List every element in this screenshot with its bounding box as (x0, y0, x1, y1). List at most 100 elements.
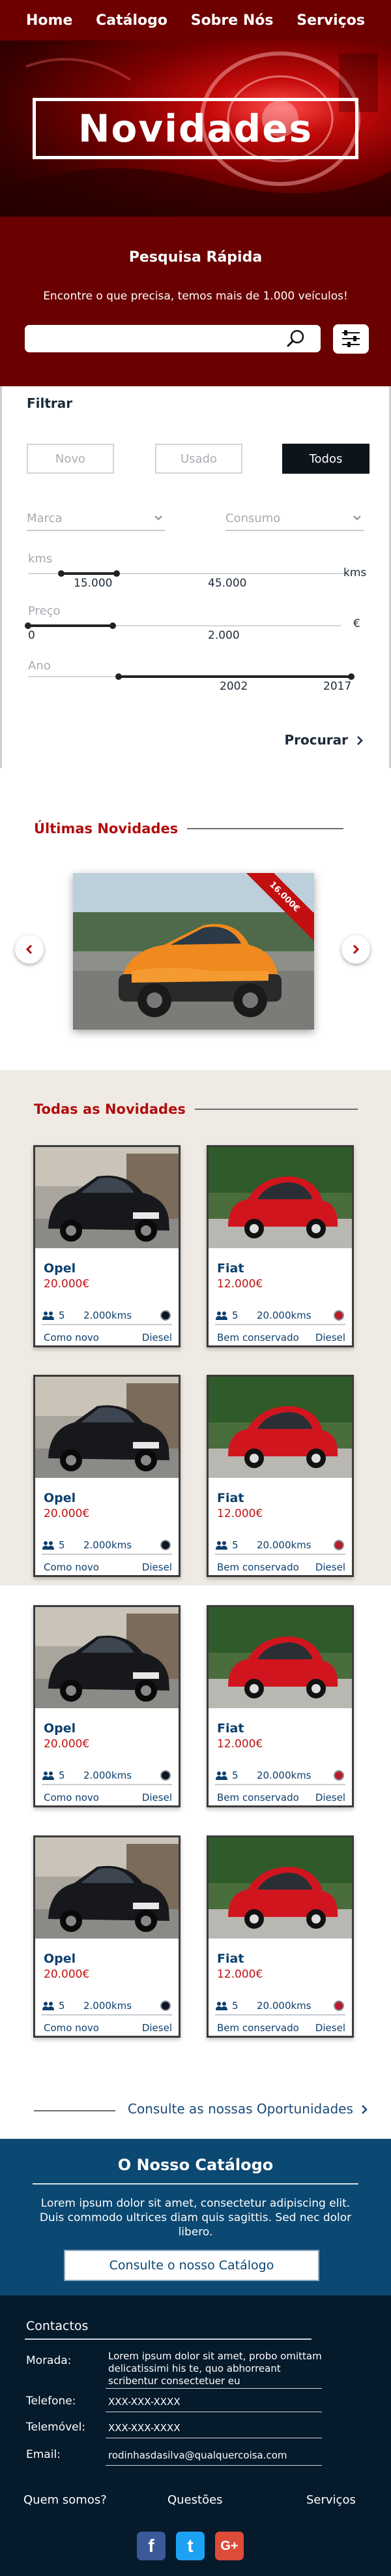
top-navigation: Home Catálogo Sobre Nós Serviços (0, 0, 391, 40)
car-card[interactable]: Fiat 12.000€ 5 20.000kms Bem conservado Diese… (207, 1375, 354, 1577)
carousel-prev-button[interactable] (15, 935, 44, 964)
carousel-next-button[interactable] (341, 935, 370, 964)
kms-min-handle[interactable] (57, 570, 65, 577)
year-min-handle[interactable] (115, 673, 122, 680)
nav-home-link[interactable]: Home (26, 12, 72, 29)
twitter-icon[interactable]: t (176, 2532, 205, 2560)
email-label: Email: (26, 2448, 61, 2461)
kms-range-slider[interactable] (28, 570, 357, 577)
car-price: 20.000€ (44, 1278, 90, 1291)
car-price: 12.000€ (217, 1738, 263, 1751)
car-seats: 5 (59, 1770, 65, 1781)
people-icon (216, 2002, 227, 2010)
condition-new-toggle[interactable]: Novo (27, 444, 114, 474)
car-brand: Fiat (217, 1491, 244, 1505)
footer-link-about[interactable]: Quem somos? (23, 2493, 107, 2507)
car-card[interactable]: Opel 20.000€ 5 2.000kms Como novo Diesel (33, 1835, 181, 2038)
nav-about-link[interactable]: Sobre Nós (191, 12, 274, 29)
consumption-select[interactable]: Consumo (225, 512, 364, 531)
kms-unit: kms (343, 566, 367, 579)
google-plus-icon[interactable]: G+ (215, 2532, 244, 2560)
kms-max-handle[interactable] (113, 570, 121, 577)
condition-used-toggle[interactable]: Usado (155, 444, 242, 474)
car-condition: Como novo (44, 1561, 99, 1573)
year-max-handle[interactable] (348, 673, 355, 680)
price-max-handle[interactable] (109, 622, 116, 629)
car-card[interactable]: Opel 20.000€ 5 2.000kms Como novo Diesel (33, 1605, 181, 1807)
car-condition: Bem conservado (217, 2022, 299, 2034)
car-photo (35, 1147, 179, 1248)
catalog-button[interactable]: Consulte o nosso Catálogo (64, 2250, 319, 2281)
year-range-slider[interactable] (28, 673, 355, 680)
car-photo (35, 1607, 179, 1708)
search-input[interactable] (25, 325, 321, 352)
car-card[interactable]: Fiat 12.000€ 5 20.000kms Bem conservado Diese… (207, 1835, 354, 2038)
featured-car-card[interactable]: 16.000€ (73, 873, 314, 1030)
mobile-label: Telemóvel: (26, 2421, 86, 2434)
nav-catalog-link[interactable]: Catálogo (96, 12, 167, 29)
car-condition: Como novo (44, 1332, 99, 1343)
car-kms: 20.000kms (257, 1770, 311, 1781)
people-icon (42, 1541, 54, 1550)
car-color-swatch (160, 1310, 171, 1321)
car-specs: 5 20.000kms (215, 1999, 345, 2016)
catalog-divider (33, 2183, 358, 2185)
car-card[interactable]: Fiat 12.000€ 5 20.000kms Bem conservado Diese… (207, 1605, 354, 1807)
car-kms: 2.000kms (83, 1310, 132, 1321)
car-card[interactable]: Opel 20.000€ 5 2.000kms Como novo Diesel (33, 1145, 181, 1347)
price-min-value: 0 (28, 629, 35, 642)
car-condition: Como novo (44, 1792, 99, 1803)
car-specs: 5 2.000kms (42, 1768, 172, 1785)
address-divider (106, 2388, 322, 2389)
car-specs: 5 2.000kms (42, 1999, 172, 2016)
car-seats: 5 (232, 1539, 239, 1551)
facebook-icon[interactable]: f (137, 2532, 166, 2560)
car-brand: Opel (44, 1491, 76, 1505)
car-brand: Opel (44, 1952, 76, 1966)
price-range-label: Preço (28, 604, 61, 618)
chevron-right-icon (353, 944, 360, 955)
car-fuel: Diesel (315, 1332, 345, 1343)
car-brand: Fiat (217, 1721, 244, 1736)
brand-select[interactable]: Marca (27, 512, 165, 531)
chevron-right-icon (357, 736, 363, 745)
car-kms: 2.000kms (83, 1770, 132, 1781)
filter-toggle-button[interactable] (333, 324, 369, 354)
car-kms: 20.000kms (257, 1310, 311, 1321)
car-fuel: Diesel (141, 2022, 172, 2034)
opportunities-row: Consulte as nossas Oportunidades (0, 2101, 391, 2121)
car-seats: 5 (59, 2000, 65, 2012)
nav-services-link[interactable]: Serviços (297, 12, 365, 29)
people-icon (42, 1311, 54, 1320)
filter-panel: Filtrar Novo Usado Todos Marca Consumo k… (0, 386, 391, 768)
search-icon[interactable] (284, 328, 308, 350)
brand-select-label: Marca (27, 512, 63, 525)
price-unit: € (353, 617, 360, 630)
car-card[interactable]: Opel 20.000€ 5 2.000kms Como novo Diesel (33, 1375, 181, 1577)
price-range-slider[interactable] (25, 622, 341, 629)
email-value[interactable]: rodinhasdasilva@qualquercoisa.com (108, 2449, 323, 2462)
hero-banner: Novidades (0, 40, 391, 217)
car-specs: 5 2.000kms (42, 1308, 172, 1325)
all-listings-header: Todas as Novidades (34, 1101, 358, 1117)
phone-value: XXX-XXX-XXXX (108, 2396, 181, 2408)
car-fuel: Diesel (141, 1561, 172, 1573)
opportunities-link[interactable]: Consulte as nossas Oportunidades (128, 2101, 369, 2117)
car-card[interactable]: Fiat 12.000€ 5 20.000kms Bem conservado Diese… (207, 1145, 354, 1347)
filter-title: Filtrar (27, 395, 73, 411)
footer-link-faq[interactable]: Questões (167, 2493, 223, 2507)
catalog-title: O Nosso Catálogo (117, 2156, 274, 2174)
car-color-swatch (334, 1540, 344, 1550)
car-price: 12.000€ (217, 1278, 263, 1291)
condition-all-toggle[interactable]: Todos (282, 444, 369, 474)
search-submit-link[interactable]: Procurar (284, 732, 364, 748)
footer-link-services[interactable]: Serviços (306, 2493, 356, 2507)
latest-header: Últimas Novidades (34, 821, 344, 836)
contacts-divider (25, 2338, 311, 2340)
chevron-down-icon (154, 515, 162, 521)
car-price: 12.000€ (217, 1968, 263, 1981)
sliders-icon (342, 330, 360, 347)
price-min-handle[interactable] (25, 622, 31, 629)
car-photo (209, 1377, 352, 1478)
latest-title: Últimas Novidades (34, 821, 179, 836)
